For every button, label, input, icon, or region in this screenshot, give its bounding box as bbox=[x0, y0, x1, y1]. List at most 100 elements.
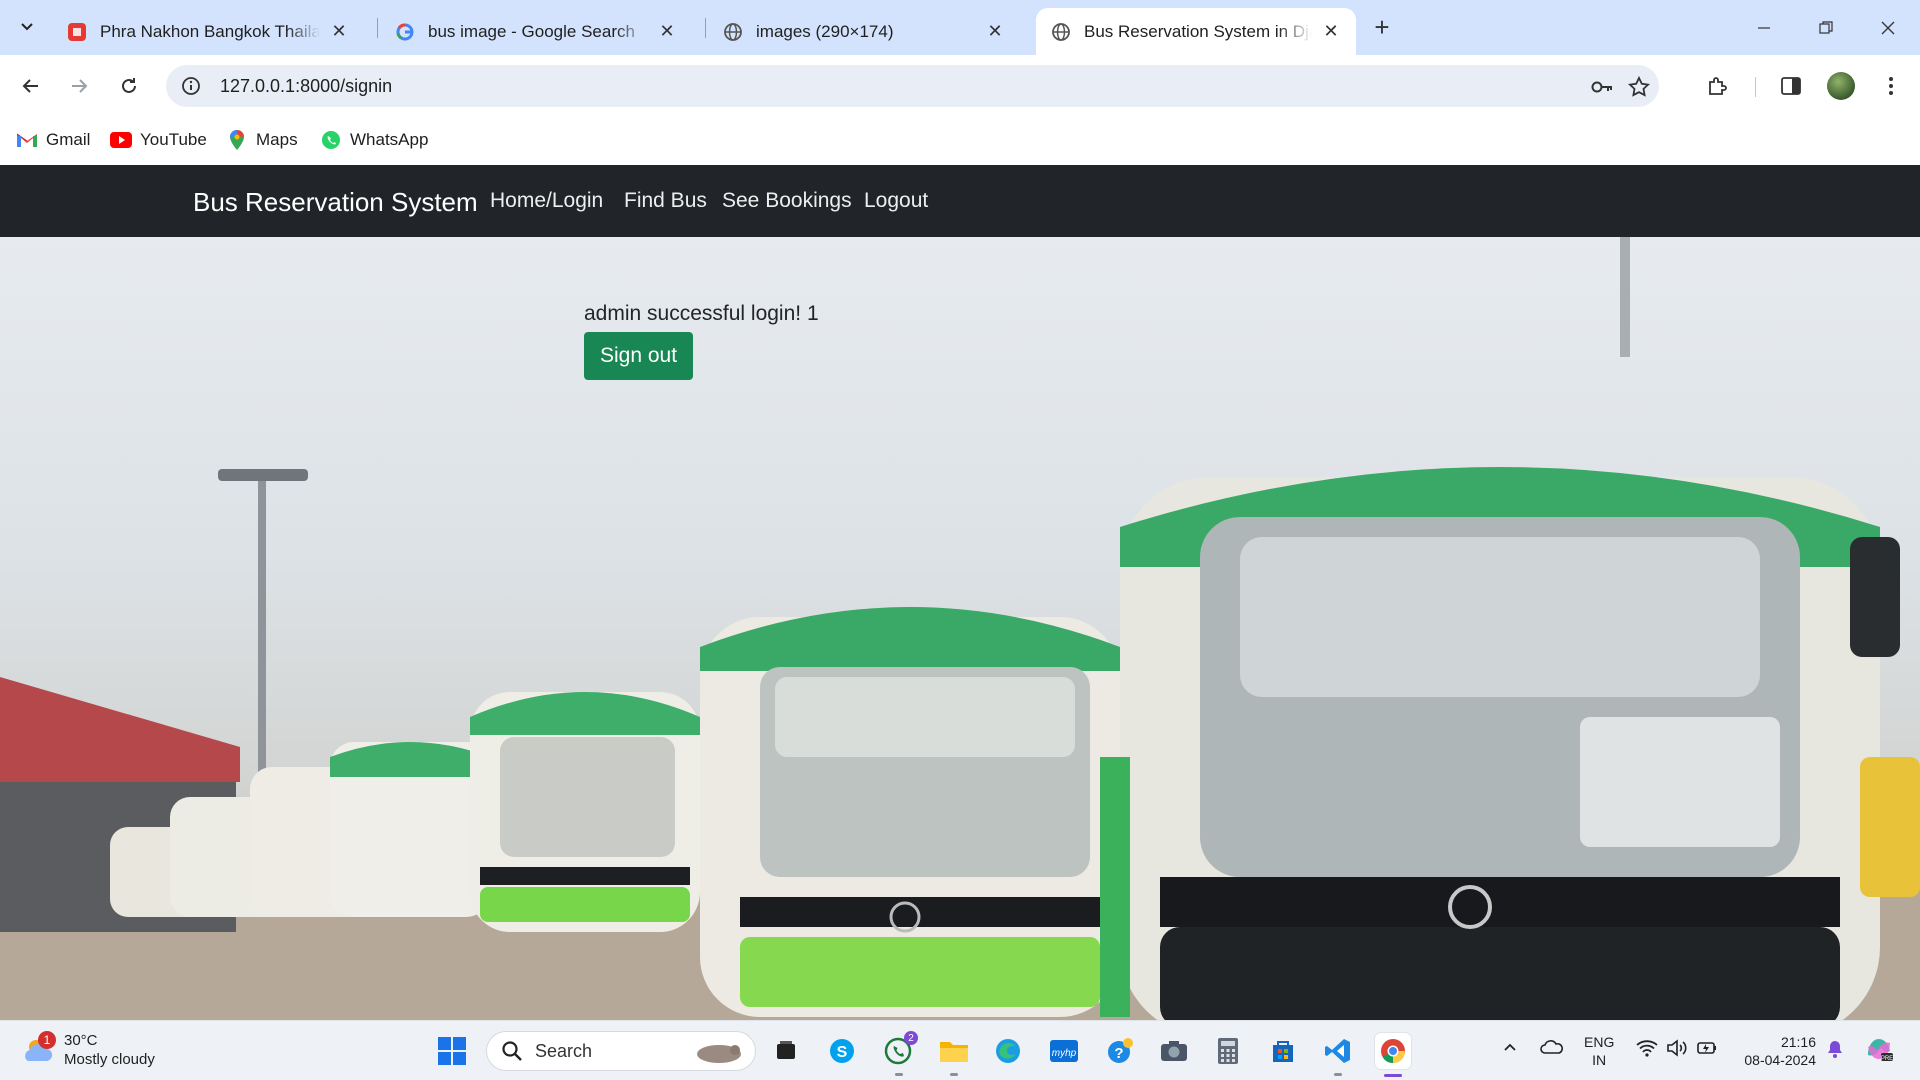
kebab-menu-icon bbox=[1889, 77, 1893, 95]
nav-see-bookings[interactable]: See Bookings bbox=[722, 189, 852, 213]
address-bar[interactable]: 127.0.0.1:8000/signin bbox=[166, 65, 1659, 107]
myhp-app[interactable]: myhp bbox=[1046, 1033, 1082, 1069]
close-icon[interactable]: ✕ bbox=[1320, 21, 1342, 43]
whatsapp-badge: 2 bbox=[904, 1031, 918, 1045]
site-brand[interactable]: Bus Reservation System bbox=[193, 187, 478, 218]
tab-google-search[interactable]: bus image - Google Search ✕ bbox=[380, 8, 692, 55]
copilot-button[interactable]: PRE bbox=[1864, 1035, 1894, 1063]
site-info-icon[interactable] bbox=[180, 75, 202, 97]
forward-arrow-icon bbox=[72, 79, 88, 93]
close-icon[interactable]: ✕ bbox=[656, 21, 678, 43]
svg-text:S: S bbox=[837, 1044, 848, 1061]
close-icon[interactable]: ✕ bbox=[328, 21, 350, 43]
close-icon[interactable]: ✕ bbox=[984, 21, 1006, 43]
tab-search-button[interactable] bbox=[10, 9, 44, 43]
minimize-button[interactable] bbox=[1744, 8, 1784, 48]
weather-temp: 30°C bbox=[64, 1032, 98, 1049]
close-window-button[interactable] bbox=[1868, 8, 1908, 48]
language-region: IN bbox=[1592, 1052, 1607, 1068]
gmail-icon bbox=[16, 129, 38, 151]
extensions-button[interactable] bbox=[1699, 67, 1737, 105]
new-tab-button[interactable]: + bbox=[1367, 12, 1397, 42]
bell-icon bbox=[1828, 1041, 1842, 1058]
tab-images[interactable]: images (290×174) ✕ bbox=[708, 8, 1020, 55]
svg-text:myhp: myhp bbox=[1052, 1048, 1077, 1059]
login-message: admin successful login! 1 bbox=[584, 302, 819, 325]
skype-icon: S bbox=[830, 1039, 854, 1063]
file-explorer-app[interactable] bbox=[936, 1033, 972, 1069]
reload-button[interactable] bbox=[110, 67, 148, 105]
nav-home-login[interactable]: Home/Login bbox=[490, 189, 603, 213]
bookmarks-bar: Gmail YouTube Maps WhatsApp bbox=[0, 117, 1920, 165]
red-app-icon bbox=[66, 21, 88, 43]
language-indicator[interactable]: ENG IN bbox=[1584, 1033, 1614, 1069]
camera-icon bbox=[1161, 1041, 1187, 1061]
windows-taskbar: 1 30°C Mostly cloudy Search S 2 myhp ? E… bbox=[0, 1020, 1920, 1080]
bookmark-youtube[interactable]: YouTube bbox=[110, 125, 207, 155]
show-hidden-icons-button[interactable] bbox=[1502, 1039, 1518, 1055]
tab-title: images (290×174) bbox=[756, 21, 894, 41]
task-view-icon bbox=[777, 1041, 795, 1059]
skype-app[interactable]: S bbox=[824, 1033, 860, 1069]
google-g-icon bbox=[394, 21, 416, 43]
microsoft-store-app[interactable] bbox=[1265, 1033, 1301, 1069]
store-icon bbox=[1273, 1041, 1293, 1062]
password-key-icon[interactable] bbox=[1590, 75, 1614, 99]
vscode-icon bbox=[1325, 1039, 1350, 1063]
volume-status[interactable] bbox=[1666, 1039, 1688, 1057]
clock-time: 21:16 bbox=[1780, 1034, 1816, 1050]
task-view-button[interactable] bbox=[768, 1033, 804, 1069]
bookmark-maps[interactable]: Maps bbox=[226, 125, 298, 155]
camera-app[interactable] bbox=[1156, 1033, 1192, 1069]
start-button[interactable] bbox=[434, 1033, 470, 1069]
tab-strip: Phra Nakhon Bangkok Thailand ✕ bus image… bbox=[0, 0, 1920, 55]
notifications-button[interactable] bbox=[1826, 1039, 1844, 1059]
restore-button[interactable] bbox=[1806, 8, 1846, 48]
svg-text:PRE: PRE bbox=[1881, 1056, 1893, 1062]
calculator-app[interactable] bbox=[1210, 1033, 1246, 1069]
battery-charging-icon bbox=[1697, 1042, 1716, 1054]
weather-widget[interactable]: 1 30°C Mostly cloudy bbox=[22, 1031, 155, 1069]
side-panel-icon bbox=[1781, 77, 1801, 95]
tab-phra-nakhon[interactable]: Phra Nakhon Bangkok Thailand ✕ bbox=[52, 8, 364, 55]
globe-icon bbox=[1050, 21, 1072, 43]
nav-logout[interactable]: Logout bbox=[864, 189, 928, 213]
weather-condition: Mostly cloudy bbox=[64, 1051, 155, 1068]
tab-title: Bus Reservation System in Django bbox=[1084, 21, 1312, 41]
chrome-app[interactable] bbox=[1375, 1033, 1411, 1069]
url-text[interactable]: 127.0.0.1:8000/signin bbox=[220, 76, 392, 97]
clock-date: 08-04-2024 bbox=[1744, 1052, 1816, 1068]
whatsapp-app[interactable]: 2 bbox=[880, 1031, 918, 1069]
vscode-app[interactable] bbox=[1320, 1033, 1356, 1069]
myhp-icon: myhp bbox=[1050, 1040, 1078, 1062]
back-button[interactable] bbox=[12, 67, 50, 105]
search-label: Search bbox=[535, 1040, 593, 1061]
weather-badge: 1 bbox=[38, 1031, 56, 1049]
bookmark-gmail[interactable]: Gmail bbox=[16, 125, 90, 155]
nav-find-bus[interactable]: Find Bus bbox=[624, 189, 707, 213]
taskbar-search[interactable]: Search bbox=[486, 1031, 756, 1071]
help-app[interactable]: ? bbox=[1102, 1033, 1138, 1069]
side-panel-button[interactable] bbox=[1772, 67, 1810, 105]
avatar bbox=[1827, 72, 1855, 100]
sign-out-button[interactable]: Sign out bbox=[584, 332, 694, 380]
restore-icon bbox=[1819, 21, 1833, 34]
bookmark-star-icon[interactable] bbox=[1627, 75, 1651, 99]
edge-app[interactable] bbox=[990, 1033, 1026, 1069]
speaker-icon bbox=[1667, 1039, 1687, 1057]
onedrive-button[interactable] bbox=[1540, 1039, 1564, 1055]
browser-toolbar: 127.0.0.1:8000/signin bbox=[0, 55, 1920, 117]
clock[interactable]: 21:16 08-04-2024 bbox=[1736, 1033, 1816, 1069]
profile-button[interactable] bbox=[1822, 67, 1860, 105]
battery-status[interactable] bbox=[1696, 1039, 1718, 1057]
tab-title: bus image - Google Search bbox=[428, 21, 635, 41]
forward-button[interactable] bbox=[60, 67, 98, 105]
edge-browser-icon bbox=[996, 1039, 1020, 1063]
wifi-status[interactable] bbox=[1636, 1039, 1658, 1057]
calculator-icon bbox=[1218, 1038, 1238, 1064]
menu-button[interactable] bbox=[1872, 67, 1910, 105]
bookmark-whatsapp[interactable]: WhatsApp bbox=[320, 125, 428, 155]
tab-bus-reservation[interactable]: Bus Reservation System in Django ✕ bbox=[1036, 8, 1356, 55]
search-icon bbox=[502, 1041, 522, 1061]
svg-text:?: ? bbox=[1114, 1045, 1123, 1062]
